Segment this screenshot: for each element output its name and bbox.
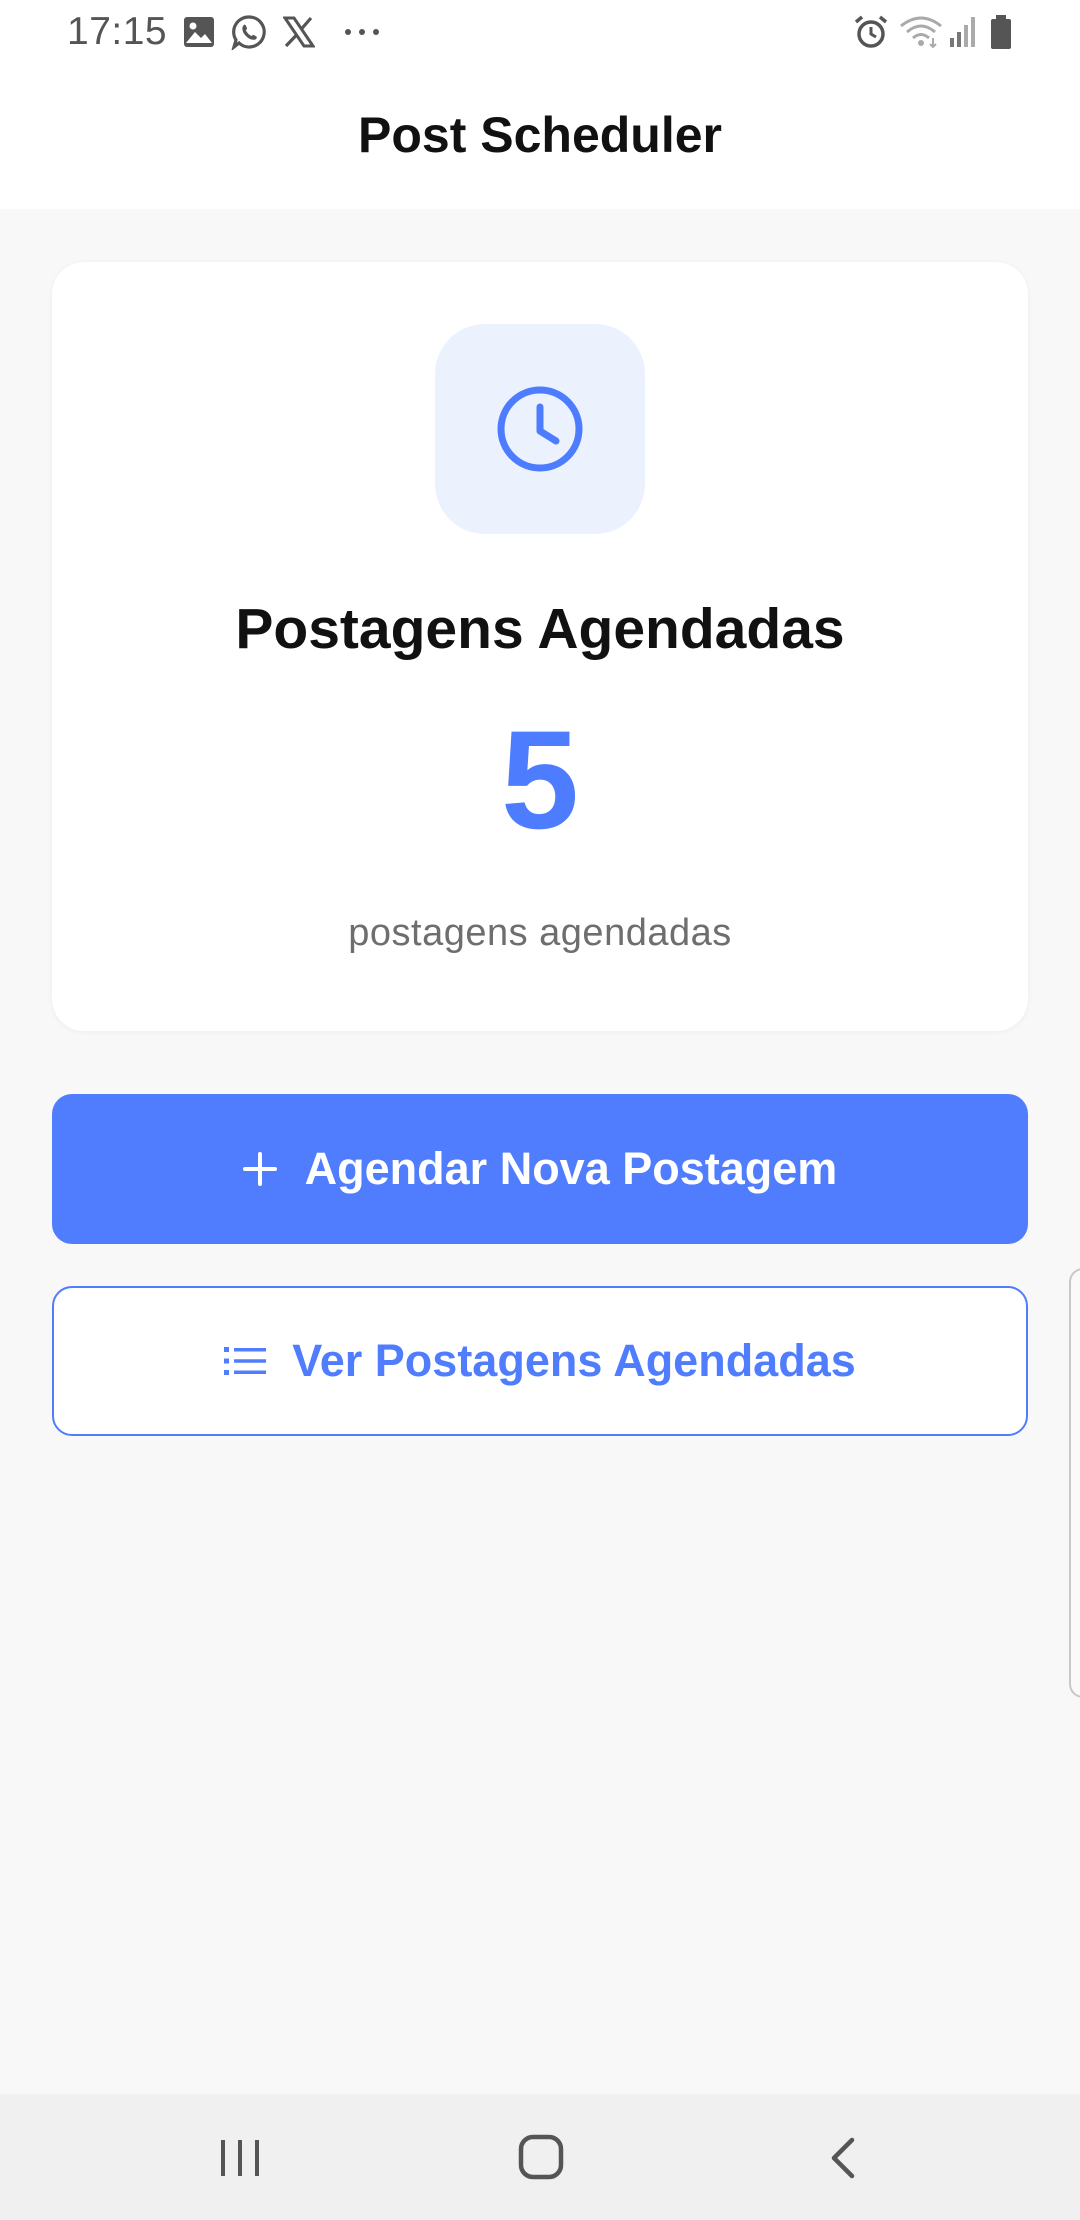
signal-icon <box>950 17 975 47</box>
edge-panel-handle[interactable] <box>1069 1268 1080 1698</box>
scheduled-count: 5 <box>501 701 579 858</box>
status-bar: 17:15 <box>0 0 1080 66</box>
schedule-new-post-button[interactable]: Agendar Nova Postagem <box>52 1094 1028 1244</box>
alarm-icon <box>854 15 888 48</box>
clock-icon <box>497 386 583 472</box>
whatsapp-icon <box>231 15 266 50</box>
plus-icon <box>242 1152 277 1186</box>
app-header: Post Scheduler <box>0 66 1080 209</box>
recent-apps-icon[interactable] <box>219 2138 261 2178</box>
card-caption: postagens agendadas <box>348 912 732 954</box>
status-time: 17:15 <box>67 10 168 53</box>
list-icon <box>224 1347 267 1375</box>
x-logo-icon <box>283 16 315 48</box>
gallery-icon <box>184 17 214 47</box>
more-notifications-icon <box>345 29 379 35</box>
navigation-bar <box>0 2094 1080 2220</box>
back-icon[interactable] <box>826 2136 860 2180</box>
card-heading: Postagens Agendadas <box>235 597 845 661</box>
page-title: Post Scheduler <box>358 107 722 163</box>
schedule-new-post-label: Agendar Nova Postagem <box>304 1143 838 1194</box>
view-scheduled-posts-label: Ver Postagens Agendadas <box>292 1335 856 1386</box>
battery-icon <box>991 15 1011 49</box>
wifi-icon <box>900 16 942 48</box>
clock-icon-badge <box>435 324 645 534</box>
home-icon[interactable] <box>518 2134 564 2180</box>
view-scheduled-posts-button[interactable]: Ver Postagens Agendadas <box>52 1286 1028 1436</box>
scheduled-summary-card: Postagens Agendadas 5 postagens agendada… <box>52 262 1028 1031</box>
